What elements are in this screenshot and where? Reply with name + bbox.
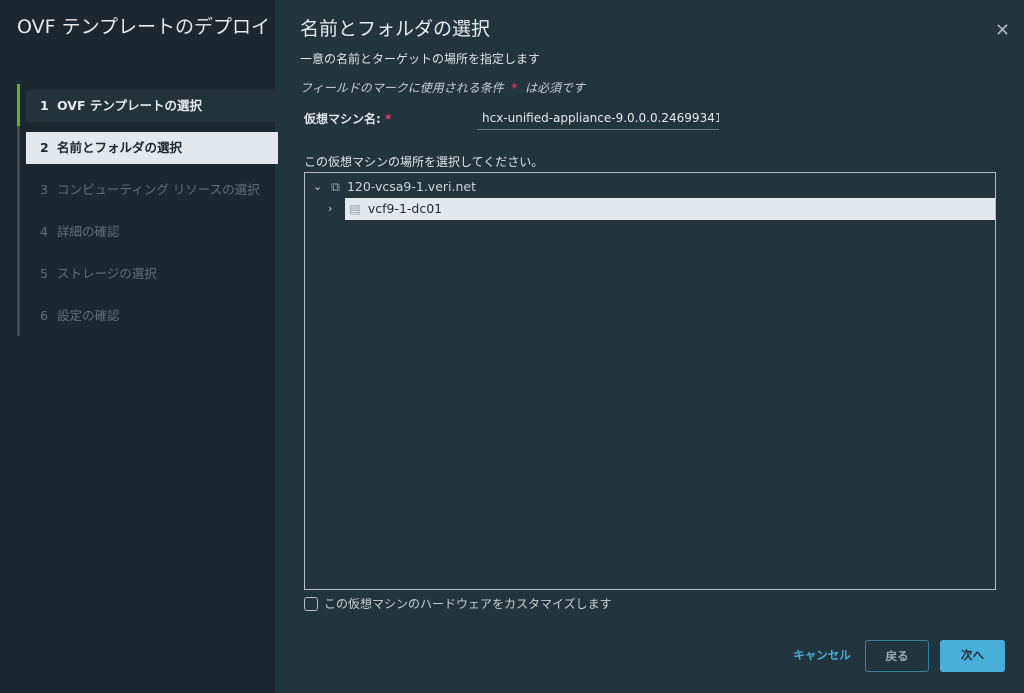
- step-number: 6: [40, 308, 48, 323]
- vm-name-label: 仮想マシン名: *: [304, 110, 391, 127]
- step-label: 設定の確認: [57, 308, 120, 323]
- datacenter-icon: ▤: [349, 201, 361, 216]
- location-label: この仮想マシンの場所を選択してください。: [304, 155, 544, 169]
- step-5: 5 ストレージの選択: [26, 258, 278, 290]
- required-star: *: [511, 81, 518, 95]
- main-panel: 名前とフォルダの選択 ✕ 一意の名前とターゲットの場所を指定します フィールドの…: [275, 0, 1024, 693]
- wizard-title: OVF テンプレートのデプロイ: [17, 16, 271, 38]
- required-note: フィールドのマークに使用される条件 * は必須です: [300, 79, 585, 96]
- step-label: ストレージの選択: [57, 266, 157, 281]
- close-icon[interactable]: ✕: [995, 20, 1010, 41]
- step-number: 1: [40, 98, 49, 113]
- checkbox-label: この仮想マシンのハードウェアをカスタマイズします: [324, 597, 612, 611]
- step-label: 名前とフォルダの選択: [57, 140, 183, 155]
- step-3: 3 コンピューティング リソースの選択: [26, 174, 278, 206]
- vcenter-icon: ⧉: [331, 179, 340, 194]
- checkbox[interactable]: [304, 596, 318, 611]
- step-4: 4 詳細の確認: [26, 216, 278, 248]
- step-number: 4: [40, 224, 48, 239]
- step-number: 3: [40, 182, 48, 197]
- subtitle: 一意の名前とターゲットの場所を指定します: [300, 52, 541, 66]
- required-note-prefix: フィールドのマークに使用される条件: [300, 81, 504, 95]
- step-2[interactable]: 2 名前とフォルダの選択: [26, 132, 278, 164]
- tree-node-datacenter[interactable]: › ▤ vcf9-1-dc01: [328, 198, 995, 220]
- step-6: 6 設定の確認: [26, 300, 278, 332]
- required-star: *: [385, 112, 392, 126]
- step-label: 詳細の確認: [57, 224, 120, 239]
- tree-node-label: 120-vcsa9-1.veri.net: [346, 179, 476, 194]
- chevron-down-icon[interactable]: ⌄: [313, 176, 322, 198]
- chevron-right-icon[interactable]: ›: [328, 198, 332, 220]
- wizard-sidebar: OVF テンプレートのデプロイ 1 OVF テンプレートの選択 2 名前とフォルダの…: [0, 0, 278, 693]
- required-note-suffix: は必須です: [525, 81, 586, 95]
- step-label: OVF テンプレートの選択: [57, 98, 202, 113]
- tree-node-vcenter[interactable]: ⌄ ⧉ 120-vcsa9-1.veri.net: [311, 176, 476, 198]
- customize-hardware-checkbox[interactable]: この仮想マシンのハードウェアをカスタマイズします: [304, 595, 612, 612]
- vm-name-input[interactable]: [477, 107, 719, 130]
- wizard-steps: 1 OVF テンプレートの選択 2 名前とフォルダの選択 3 コンピューティング リソ…: [17, 84, 278, 336]
- step-number: 5: [40, 266, 48, 281]
- back-button[interactable]: 戻る: [865, 640, 929, 672]
- location-tree[interactable]: ⌄ ⧉ 120-vcsa9-1.veri.net › ▤ vcf9-1-dc01: [304, 172, 996, 590]
- progress-indicator: [17, 84, 20, 126]
- step-number: 2: [40, 140, 49, 155]
- step-label: コンピューティング リソースの選択: [57, 182, 260, 197]
- next-button[interactable]: 次へ: [940, 640, 1005, 672]
- cancel-button[interactable]: キャンセル: [787, 640, 857, 672]
- tree-node-label: vcf9-1-dc01: [367, 201, 443, 216]
- page-title: 名前とフォルダの選択: [300, 18, 491, 40]
- step-1[interactable]: 1 OVF テンプレートの選択: [26, 90, 278, 122]
- vm-name-label-text: 仮想マシン名:: [304, 112, 381, 126]
